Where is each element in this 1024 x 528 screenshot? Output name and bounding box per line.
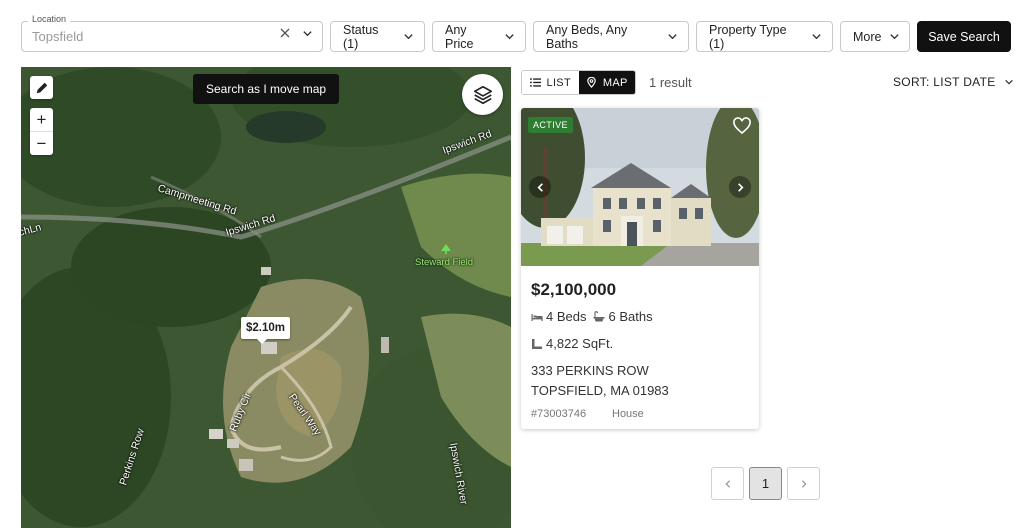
property-type: House	[612, 408, 644, 420]
listing-price: $2,100,000	[531, 280, 617, 299]
property-type-filter-button[interactable]: Property Type (1)	[696, 21, 833, 52]
real-estate-search-page: Location Status (1) Any Price Any Beds, …	[0, 0, 1024, 528]
price-filter-label: Any Price	[445, 22, 474, 51]
map-layers-button[interactable]	[462, 74, 503, 115]
map-label-steward-field: Steward Field	[415, 257, 474, 268]
sort-dropdown[interactable]: SORT: LIST DATE	[893, 75, 1014, 89]
zoom-controls: + −	[30, 108, 53, 155]
beds-baths-filter-button[interactable]: Any Beds, Any Baths	[533, 21, 689, 52]
sort-label: SORT: LIST DATE	[893, 75, 996, 89]
chevron-down-icon	[505, 34, 514, 40]
sqft-value: 4,822 SqFt.	[546, 336, 614, 351]
bed-icon	[531, 313, 543, 321]
price-filter-button[interactable]: Any Price	[432, 21, 526, 52]
location-input-box[interactable]	[21, 21, 323, 52]
next-page-button[interactable]	[787, 467, 820, 500]
status-filter-label: Status (1)	[343, 22, 379, 51]
list-view-label: LIST	[546, 76, 571, 89]
chevron-down-icon	[668, 34, 677, 40]
beds-baths-row: 4 Beds 6 Baths	[531, 309, 653, 324]
search-as-move-toggle[interactable]: Search as I move map	[193, 74, 340, 104]
beds-baths-filter-label: Any Beds, Any Baths	[546, 22, 628, 51]
more-filters-button[interactable]: More	[840, 21, 910, 52]
prev-photo-button[interactable]	[529, 176, 551, 198]
baths-count: 6 Baths	[608, 309, 653, 324]
pencil-icon	[36, 82, 47, 93]
sqft-row: 4,822 SqFt.	[531, 336, 613, 351]
address-city: TOPSFIELD, MA 01983	[531, 383, 669, 398]
beds-count: 4 Beds	[546, 309, 587, 324]
clear-icon[interactable]	[279, 27, 291, 39]
bath-icon	[593, 310, 605, 321]
map-panel[interactable]: + − Search as I move map Ipswich Rd Camp…	[21, 67, 511, 528]
chevron-down-icon	[404, 34, 413, 40]
address-street: 333 PERKINS ROW	[531, 363, 649, 378]
heart-icon[interactable]	[732, 116, 752, 136]
location-input[interactable]	[32, 29, 262, 44]
chevron-right-icon	[737, 182, 744, 192]
page-button-1[interactable]: 1	[749, 467, 782, 500]
map-pin-icon	[587, 77, 596, 88]
property-type-filter-label: Property Type (1)	[709, 22, 787, 51]
status-filter-button[interactable]: Status (1)	[330, 21, 425, 52]
map-view-label: MAP	[602, 76, 628, 89]
chevron-right-icon	[801, 479, 807, 488]
list-icon	[529, 78, 541, 87]
location-field[interactable]: Location	[21, 14, 323, 52]
layers-icon	[473, 85, 492, 104]
chevron-left-icon	[724, 479, 730, 488]
map-view-button[interactable]: MAP	[578, 71, 635, 94]
zoom-in-button[interactable]: +	[30, 108, 53, 131]
listing-card[interactable]: ACTIVE $2,100,000 4 Beds 6 Baths 4,822 S…	[521, 108, 759, 429]
chevron-left-icon	[536, 182, 543, 192]
result-count: 1 result	[649, 75, 692, 90]
satellite-imagery	[21, 67, 511, 528]
chevron-down-icon	[1004, 79, 1013, 85]
draw-tool-button[interactable]	[30, 76, 53, 99]
prev-page-button[interactable]	[711, 467, 744, 500]
listing-photo[interactable]: ACTIVE	[521, 108, 759, 266]
save-search-button[interactable]: Save Search	[917, 21, 1011, 52]
mls-number: #73003746	[531, 408, 587, 420]
more-filters-label: More	[853, 29, 882, 44]
ruler-icon	[532, 338, 542, 349]
chevron-down-icon[interactable]	[302, 28, 313, 39]
park-icon	[441, 244, 451, 254]
chevron-down-icon	[812, 34, 821, 40]
status-badge: ACTIVE	[528, 117, 573, 133]
list-view-button[interactable]: LIST	[522, 71, 579, 94]
zoom-out-button[interactable]: −	[30, 132, 53, 155]
listing-price-marker[interactable]: $2.10m	[241, 317, 291, 344]
chevron-down-icon	[890, 34, 900, 40]
location-label: Location	[28, 14, 71, 24]
next-photo-button[interactable]	[729, 176, 751, 198]
view-toggle: LIST MAP	[521, 70, 636, 95]
